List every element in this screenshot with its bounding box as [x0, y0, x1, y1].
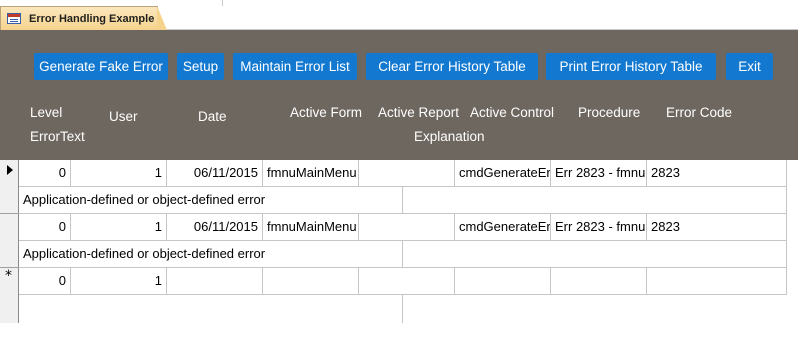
active-control-field[interactable]: cmdGenerateError	[455, 160, 551, 187]
record-selector-column: *	[0, 160, 19, 323]
generate-fake-error-button[interactable]: Generate Fake Error	[34, 53, 168, 80]
error-code-field[interactable]: 2823	[647, 160, 787, 187]
error-text-field-new[interactable]	[19, 295, 403, 323]
record-selector[interactable]	[0, 214, 19, 268]
active-control-field[interactable]: cmdGenerateError	[455, 214, 551, 241]
user-field[interactable]: 1	[71, 160, 167, 187]
current-record-arrow-icon	[7, 165, 13, 175]
record-selector[interactable]	[0, 160, 19, 214]
active-form-field[interactable]: fmnuMainMenu	[263, 160, 359, 187]
divider	[222, 0, 223, 6]
error-code-field[interactable]: 2823	[647, 214, 787, 241]
column-header-user: User	[109, 109, 138, 124]
setup-button[interactable]: Setup	[177, 53, 224, 80]
print-error-history-button[interactable]: Print Error History Table	[546, 53, 716, 80]
column-header-active-report: Active Report	[378, 105, 460, 120]
procedure-field[interactable]: Err 2823 - fmnuMainMenu	[551, 214, 647, 241]
form-icon	[7, 13, 21, 24]
document-tab-strip: Error Handling Example	[0, 0, 798, 30]
column-header-explanation: Explanation	[414, 129, 485, 144]
active-form-field-new[interactable]	[263, 268, 359, 295]
procedure-field[interactable]: Err 2823 - fmnuMainMenu	[551, 160, 647, 187]
date-field[interactable]: 06/11/2015	[167, 214, 263, 241]
exit-button[interactable]: Exit	[726, 53, 773, 80]
document-tab-label: Error Handling Example	[29, 12, 155, 25]
error-text-field[interactable]: Application-defined or object-defined er…	[19, 241, 403, 268]
procedure-field-new[interactable]	[551, 268, 647, 295]
explanation-field[interactable]	[403, 241, 787, 268]
level-field-new[interactable]: 0	[19, 268, 71, 295]
record-selector-new[interactable]: *	[0, 268, 19, 323]
error-text-field[interactable]: Application-defined or object-defined er…	[19, 187, 403, 214]
document-tab[interactable]: Error Handling Example	[0, 6, 167, 30]
column-header-procedure: Procedure	[578, 105, 641, 120]
form-header: Generate Fake Error Setup Maintain Error…	[0, 30, 798, 160]
user-field-new[interactable]: 1	[71, 268, 167, 295]
column-header-date: Date	[198, 109, 227, 124]
active-form-field[interactable]: fmnuMainMenu	[263, 214, 359, 241]
column-header-active-form: Active Form	[290, 105, 363, 120]
maintain-error-list-button[interactable]: Maintain Error List	[233, 53, 357, 80]
explanation-field[interactable]	[403, 187, 787, 214]
active-control-field-new[interactable]	[455, 268, 551, 295]
user-field[interactable]: 1	[71, 214, 167, 241]
active-report-field-new[interactable]	[359, 268, 455, 295]
level-field[interactable]: 0	[19, 160, 71, 187]
date-field[interactable]: 06/11/2015	[167, 160, 263, 187]
active-report-field[interactable]	[359, 214, 455, 241]
column-header-level: Level	[30, 105, 63, 120]
level-field[interactable]: 0	[19, 214, 71, 241]
column-header-error-text: ErrorText	[30, 129, 85, 144]
clear-error-history-button[interactable]: Clear Error History Table	[366, 53, 538, 80]
detail-section: * 0 1 06/11/2015 fmnuMainMenu cmdGenerat…	[0, 160, 798, 339]
column-header-active-control: Active Control	[470, 105, 555, 120]
date-field-new[interactable]	[167, 268, 263, 295]
column-header-error-code: Error Code	[666, 105, 733, 120]
new-record-asterisk-icon: *	[5, 268, 12, 284]
error-code-field-new[interactable]	[647, 268, 787, 295]
active-report-field[interactable]	[359, 160, 455, 187]
